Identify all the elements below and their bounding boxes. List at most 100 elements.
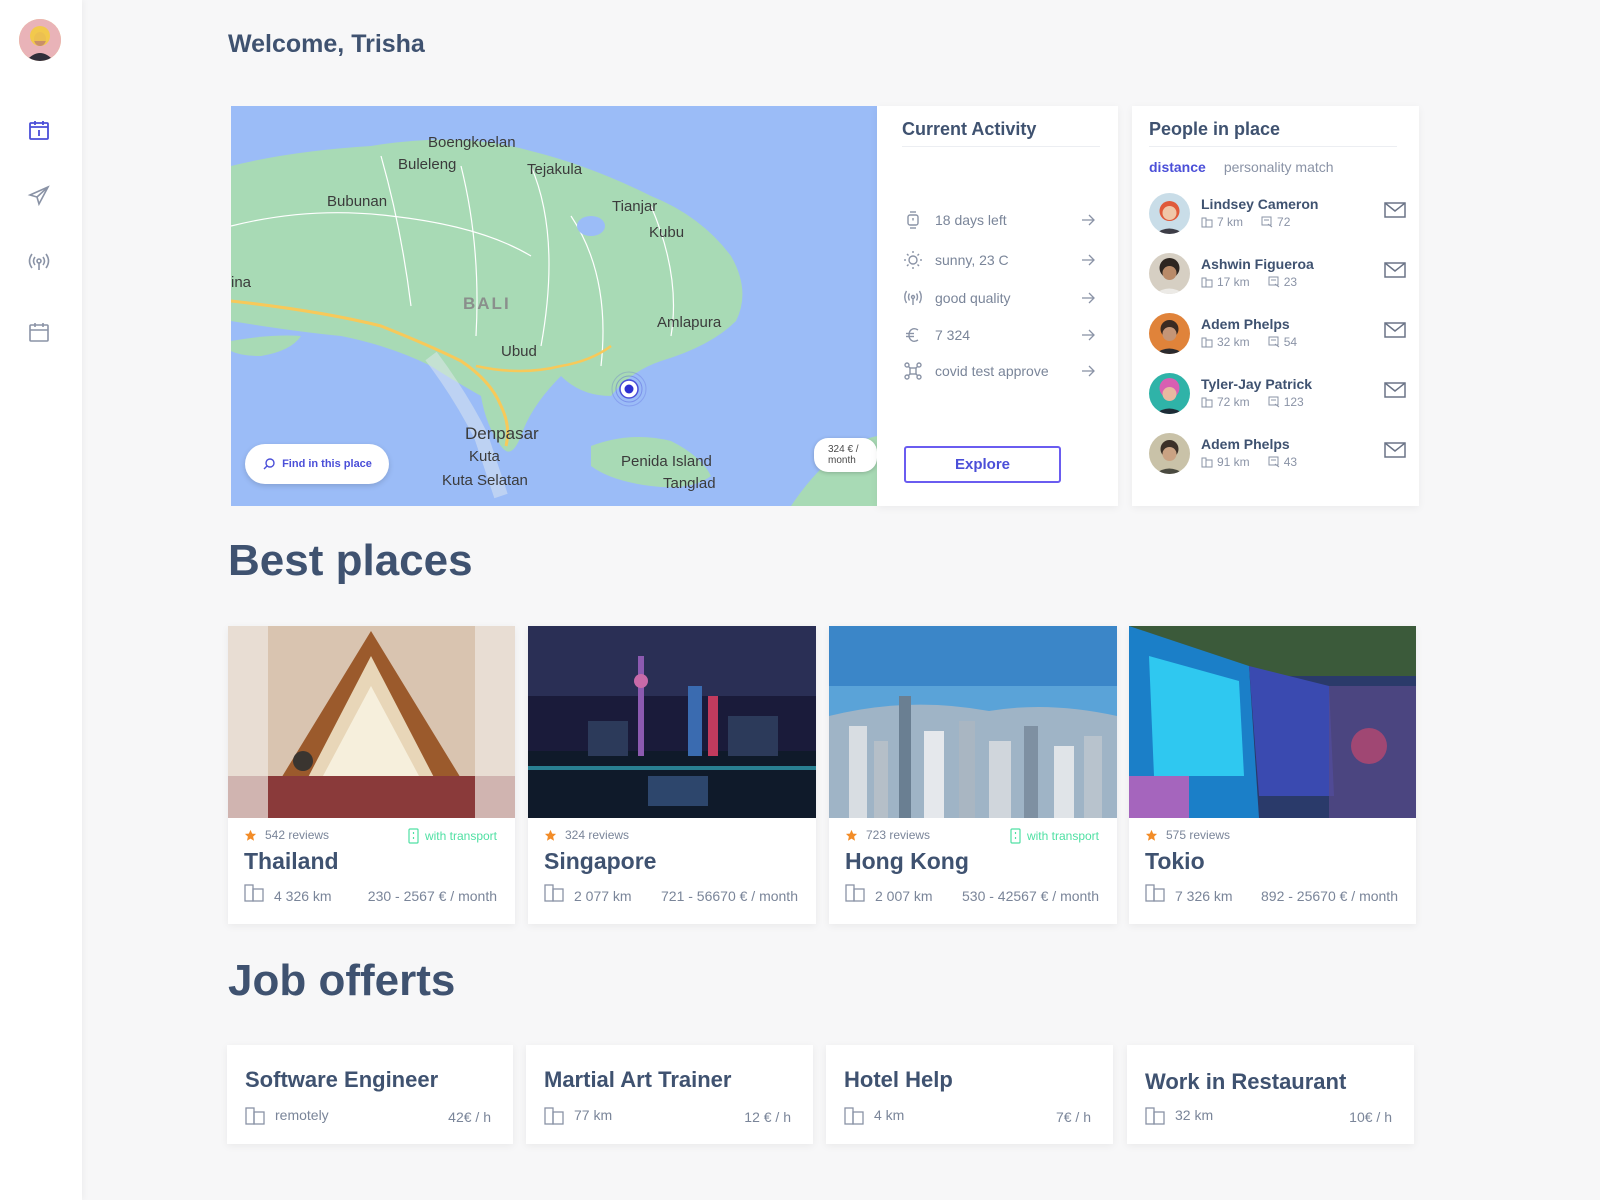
place-price: 721 - 56670 € / month [661,888,798,904]
building-icon [1201,457,1213,468]
map-label: Penida Island [621,453,712,470]
search-icon [263,458,275,470]
avatar[interactable] [1149,373,1190,414]
building-icon [544,884,564,902]
person-row[interactable]: Tyler-Jay Patrick 72 km 123 [1149,373,1407,417]
transport-badge: with transport [1010,828,1099,844]
job-rate: 12 € / h [744,1109,791,1125]
job-title: Martial Art Trainer [544,1067,732,1092]
job-offers-title: Job offerts [228,956,456,1005]
person-row[interactable]: Ashwin Figueroa 17 km 23 [1149,253,1407,297]
sun-icon [904,251,922,269]
avatar[interactable] [1149,433,1190,474]
job-title: Software Engineer [245,1067,439,1092]
mail-icon[interactable] [1384,381,1406,399]
person-row[interactable]: Lindsey Cameron 7 km 72 [1149,193,1407,237]
person-row[interactable]: Adem Phelps 91 km 43 [1149,433,1407,477]
building-icon [1201,397,1213,408]
distance-text: 2 077 km [574,888,632,904]
person-row[interactable]: Adem Phelps 32 km 54 [1149,313,1407,357]
arrow-right-icon[interactable] [1080,252,1096,268]
person-distance: 72 km [1217,395,1250,409]
place-card[interactable]: 723 reviews with transport Hong Kong 2 0… [829,626,1117,924]
person-name: Lindsey Cameron [1201,196,1319,212]
person-meta: 17 km 23 [1201,275,1297,289]
id-card-icon [1268,396,1279,408]
building-icon [844,1107,864,1125]
person-name: Ashwin Figueroa [1201,256,1314,272]
transport-label: with transport [424,829,497,843]
reviews-count: 542 reviews [265,828,330,842]
user-avatar[interactable] [19,19,61,61]
arrow-right-icon[interactable] [1080,212,1096,228]
best-places-title: Best places [228,536,473,585]
job-card[interactable]: Work in Restaurant 32 km 10€ / h [1127,1045,1414,1144]
map-price-pill[interactable]: 324 € / month [814,438,877,472]
activity-row[interactable]: good quality [903,287,1096,309]
job-rate: 10€ / h [1349,1109,1392,1125]
welcome-heading: Welcome, Trisha [228,30,425,58]
location-text: 77 km [574,1107,613,1123]
person-meta: 32 km 54 [1201,335,1297,349]
calendar-today-icon[interactable] [27,118,51,142]
avatar[interactable] [1149,313,1190,354]
map-label: Tejakula [527,161,583,178]
mail-icon[interactable] [1384,321,1406,339]
calendar-icon[interactable] [27,320,51,344]
map-label: Kubu [649,224,685,241]
activity-row[interactable]: 18 days left [903,209,1096,231]
place-card[interactable]: 324 reviews Singapore 2 077 km 721 - 566… [528,626,816,924]
map-label: Ubud [501,343,537,360]
people-in-place-card: People in place distance personality mat… [1132,106,1419,506]
place-reviews: 324 reviews [544,828,629,842]
send-icon[interactable] [27,184,51,208]
activity-row[interactable]: covid test approve [903,360,1096,382]
signal-icon [904,290,922,305]
arrow-right-icon[interactable] [1080,327,1096,343]
tab-personality-match[interactable]: personality match [1224,159,1334,175]
job-card[interactable]: Hotel Help 4 km 7€ / h [826,1045,1113,1144]
mail-icon[interactable] [1384,261,1406,279]
map-label: Boengkoelan [428,134,516,151]
activity-row[interactable]: sunny, 23 C [903,249,1096,271]
tab-distance[interactable]: distance [1149,159,1206,175]
id-card-icon [1261,216,1273,228]
job-rate: 7€ / h [1055,1109,1091,1125]
arrow-right-icon[interactable] [1080,290,1096,306]
avatar[interactable] [1149,253,1190,294]
activity-title: Current Activity [902,119,1037,139]
building-icon [244,884,264,902]
place-card[interactable]: 542 reviews with transport Thailand 4 32… [228,626,515,924]
place-photo [829,626,1117,818]
job-title: Work in Restaurant [1145,1069,1347,1094]
map[interactable]: Boengkoelan Buleleng Tejakula Bubunan Ti… [231,106,877,506]
distance-text: 4 326 km [274,888,332,904]
reviews-count: 723 reviews [866,828,931,842]
job-card[interactable]: Martial Art Trainer 77 km 12 € / h [526,1045,813,1144]
mail-icon[interactable] [1384,201,1406,219]
place-reviews: 723 reviews [845,828,930,842]
explore-button[interactable]: Explore [904,446,1061,483]
place-reviews: 575 reviews [1145,828,1230,842]
watch-icon [907,211,919,229]
place-card[interactable]: 575 reviews Tokio 7 326 km 892 - 25670 €… [1129,626,1416,924]
place-distance: 7 326 km [1145,880,1233,904]
location-pin-icon[interactable] [610,370,648,408]
mail-icon[interactable] [1384,441,1406,459]
place-name: Singapore [544,848,657,874]
building-icon [1201,337,1213,348]
id-card-icon [1268,336,1279,348]
job-location: remotely [245,1105,329,1125]
avatar[interactable] [1149,193,1190,234]
place-name: Thailand [244,848,339,874]
broadcast-icon[interactable] [27,250,51,274]
building-icon [1145,884,1165,902]
divider [902,146,1100,147]
arrow-right-icon[interactable] [1080,363,1096,379]
find-in-place-button[interactable]: Find in this place [245,444,389,484]
reviews-count: 575 reviews [1166,828,1231,842]
activity-row[interactable]: 7 324 [903,324,1096,346]
place-photo [528,626,816,818]
job-card[interactable]: Software Engineer remotely 42€ / h [227,1045,513,1144]
map-label: Tianjar [612,198,658,215]
